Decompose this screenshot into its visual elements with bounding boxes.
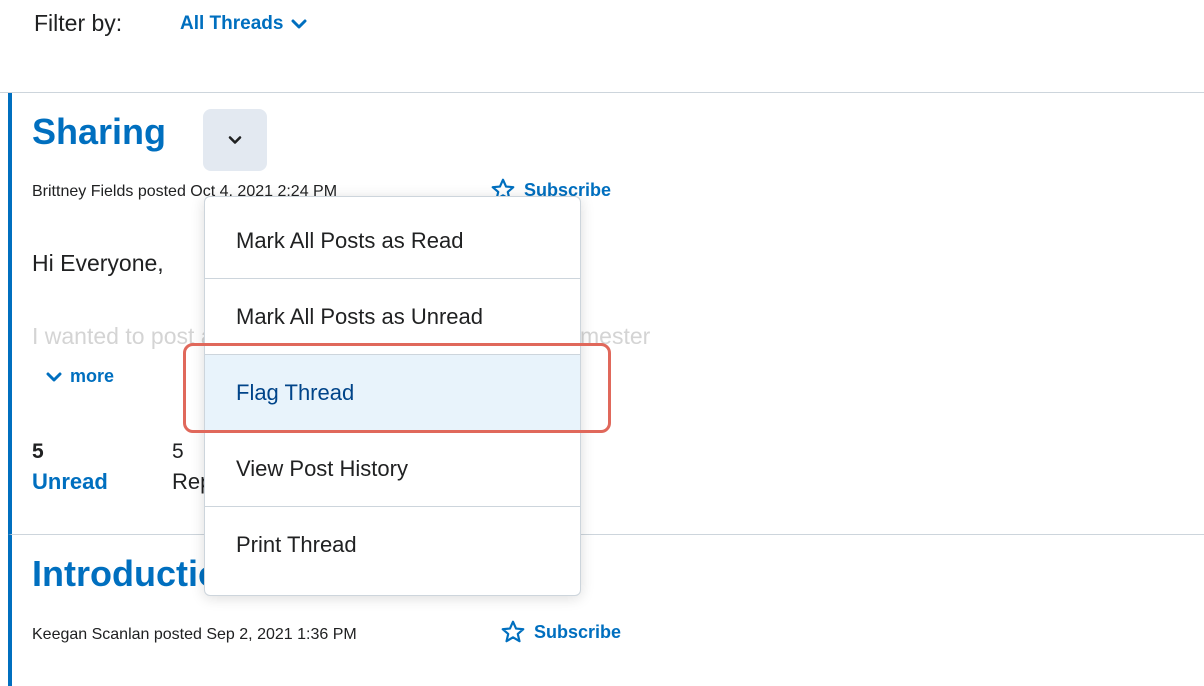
filter-dropdown[interactable]: All Threads <box>180 13 307 35</box>
menu-item-mark-all-unread[interactable]: Mark All Posts as Unread <box>205 279 580 355</box>
chevron-down-icon <box>46 371 62 383</box>
show-more-link[interactable]: more <box>46 366 114 387</box>
discussion-page: Filter by: All Threads Sharing Brittney … <box>0 0 1204 686</box>
more-label: more <box>70 366 115 386</box>
unread-count: 5 <box>32 440 44 463</box>
thread-author-meta: Keegan Scanlan posted Sep 2, 2021 1:36 P… <box>32 626 357 643</box>
menu-item-view-post-history[interactable]: View Post History <box>205 431 580 507</box>
subscribe-button[interactable]: Subscribe <box>500 619 621 645</box>
thread-item: Introductions Keegan Scanlan posted Sep … <box>8 535 1204 686</box>
unread-link[interactable]: Unread <box>32 469 108 495</box>
menu-item-print-thread[interactable]: Print Thread <box>205 507 580 583</box>
post-greeting: Hi Everyone, <box>32 250 164 276</box>
chevron-down-icon <box>227 134 243 146</box>
thread-context-menu: Mark All Posts as Read Mark All Posts as… <box>204 196 581 596</box>
menu-item-mark-all-read[interactable]: Mark All Posts as Read <box>205 197 580 279</box>
subscribe-label: Subscribe <box>534 621 622 642</box>
filter-value-label: All Threads <box>180 13 284 34</box>
filter-bar: Filter by: All Threads <box>0 0 1204 93</box>
chevron-down-icon <box>291 18 307 30</box>
star-icon <box>500 619 526 645</box>
unread-stat: 5 Unread <box>32 440 108 495</box>
thread-context-menu-button[interactable] <box>203 109 267 171</box>
post-body-preview: I wanted to post about the question. Thi… <box>32 323 651 349</box>
filter-label: Filter by: <box>34 10 123 36</box>
thread-item: Sharing Brittney Fields posted Oct 4, 20… <box>8 93 1204 535</box>
thread-title[interactable]: Sharing <box>32 111 166 153</box>
menu-item-flag-thread[interactable]: Flag Thread <box>205 355 580 431</box>
